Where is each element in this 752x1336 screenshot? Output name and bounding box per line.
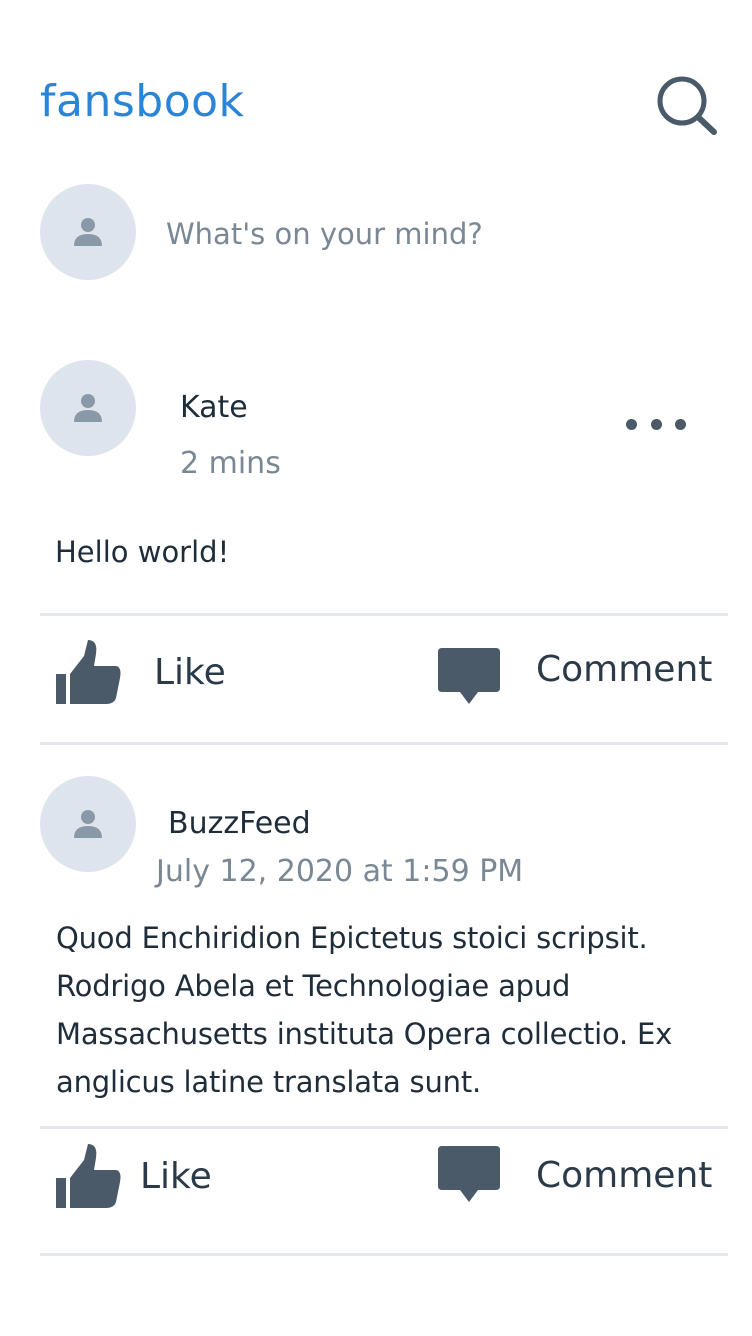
comment-label: Comment xyxy=(536,649,713,690)
like-label: Like xyxy=(154,652,226,693)
comment-button[interactable]: Comment xyxy=(436,646,712,710)
divider xyxy=(40,613,728,616)
post-timestamp: July 12, 2020 at 1:59 PM xyxy=(156,854,524,889)
thumbs-up-icon xyxy=(56,1144,121,1208)
more-dot-icon xyxy=(626,418,637,430)
post-body: Hello world! xyxy=(55,535,230,569)
comment-icon xyxy=(438,1146,500,1202)
user-icon xyxy=(74,218,102,246)
comment-button[interactable]: Comment xyxy=(436,1144,712,1208)
app-logo[interactable]: fansbook xyxy=(40,74,245,130)
app-screen: fansbook What's on your mind? Kate 2 min… xyxy=(0,0,752,1336)
composer-input[interactable]: What's on your mind? xyxy=(166,212,686,256)
post-timestamp: 2 mins xyxy=(180,446,281,481)
post-avatar-kate[interactable] xyxy=(40,360,136,456)
more-options-button[interactable] xyxy=(620,408,692,440)
search-button[interactable] xyxy=(654,74,718,136)
post-author[interactable]: BuzzFeed xyxy=(168,804,311,844)
more-dot-icon xyxy=(675,418,686,430)
more-dot-icon xyxy=(650,418,662,430)
composer-avatar xyxy=(40,184,136,280)
user-icon xyxy=(74,394,102,422)
like-button[interactable]: Like xyxy=(54,1144,212,1210)
divider xyxy=(40,742,728,745)
thumbs-up-icon xyxy=(56,640,121,704)
post-avatar-buzzfeed[interactable] xyxy=(40,776,136,872)
user-icon xyxy=(74,810,102,838)
comment-label: Comment xyxy=(536,1155,713,1196)
like-label: Like xyxy=(140,1156,212,1197)
post-author[interactable]: Kate xyxy=(180,388,248,428)
post-body: Quod Enchiridion Epictetus stoici scrips… xyxy=(56,921,673,1099)
comment-icon xyxy=(438,648,500,704)
like-button[interactable]: Like xyxy=(54,640,226,706)
divider xyxy=(40,1253,728,1256)
search-icon xyxy=(657,76,717,135)
divider xyxy=(40,1126,728,1129)
